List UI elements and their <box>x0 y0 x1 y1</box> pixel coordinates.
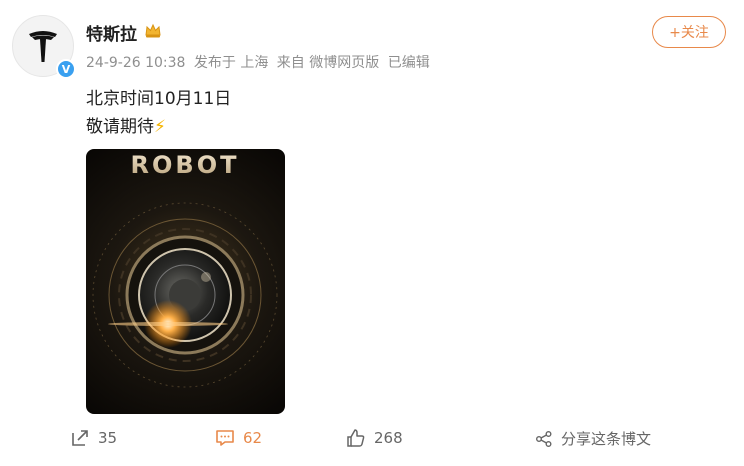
poster-title: ROBOT <box>131 151 240 179</box>
share-post-label: 分享这条博文 <box>561 430 652 448</box>
verified-icon: V <box>56 59 76 79</box>
post-line-2: 敬请期待⚡ <box>86 113 231 141</box>
share-arrow-icon <box>72 430 88 446</box>
follow-button[interactable]: +关注 <box>652 16 726 48</box>
edited-label[interactable]: 已编辑 <box>388 55 430 71</box>
thumbs-up-icon <box>347 429 365 447</box>
post-source: 来自 微博网页版 <box>276 55 380 71</box>
lightning-emoji: ⚡ <box>154 117 166 137</box>
post-line-1: 北京时间10月11日 <box>86 89 232 109</box>
post-image[interactable]: ROBOT <box>86 149 285 414</box>
like-action[interactable]: 268 <box>346 428 403 448</box>
repost-count: 35 <box>98 429 118 447</box>
crown-icon <box>145 23 161 38</box>
action-bar: 35 62 268 分享这条博文 <box>0 428 744 450</box>
tesla-logo-icon <box>29 31 57 62</box>
comment-action[interactable]: 62 <box>215 428 262 448</box>
share-post-action[interactable]: 分享这条博文 <box>535 428 651 449</box>
comment-icon <box>216 430 234 446</box>
username[interactable]: 特斯拉 <box>86 20 137 45</box>
post-content: 北京时间10月11日 敬请期待⚡ <box>86 85 231 141</box>
robot-poster-art: ROBOT <box>92 151 278 388</box>
comment-count: 62 <box>243 429 263 447</box>
posted-from: 发布于 上海 <box>193 55 269 71</box>
like-count: 268 <box>374 429 403 447</box>
repost-action[interactable]: 35 <box>70 428 117 448</box>
post-meta: 24-9-26 10:38 发布于 上海 来自 微博网页版 已编辑 <box>86 52 434 72</box>
post-line-2-text: 敬请期待 <box>86 117 154 137</box>
avatar-container[interactable]: V <box>12 15 76 79</box>
share-nodes-icon <box>536 430 552 447</box>
timestamp[interactable]: 24-9-26 10:38 <box>86 55 185 71</box>
